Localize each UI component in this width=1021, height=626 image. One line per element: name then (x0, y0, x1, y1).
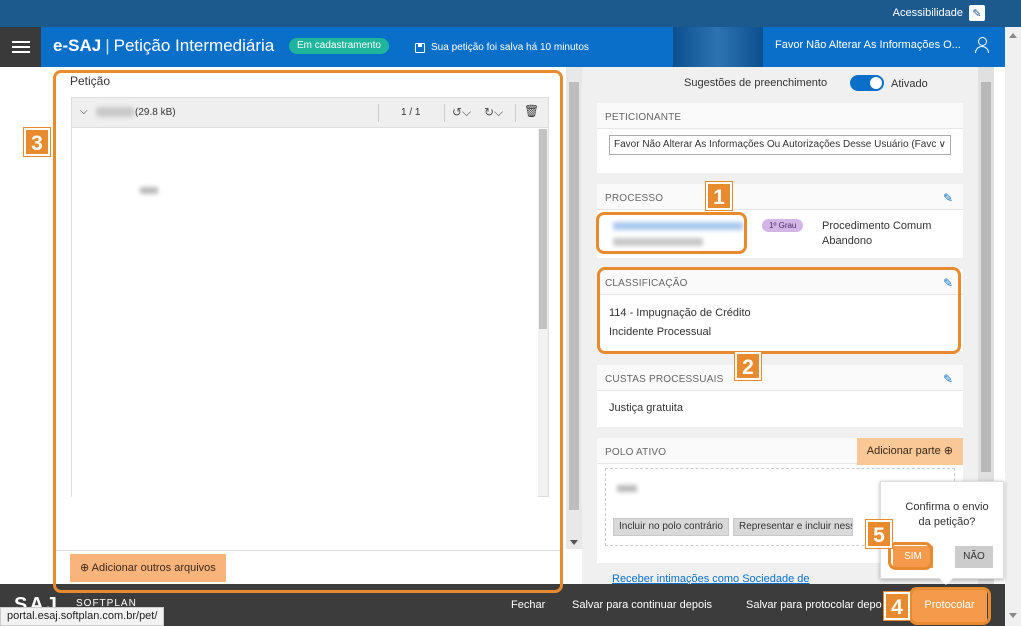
party-name (617, 485, 637, 492)
suggestions-toggle[interactable] (850, 75, 884, 91)
court-logo (673, 27, 763, 67)
custas-value: Justiça gratuita (609, 402, 683, 414)
peticionante-heading: PETICIONANTE (597, 103, 963, 129)
peticionante-select[interactable]: Favor Não Alterar As Informações Ou Auto… (609, 135, 951, 155)
process-class: Procedimento Comum Abandono (822, 220, 932, 247)
processo-heading: PROCESSO (597, 184, 963, 210)
custas-card: CUSTAS PROCESSUAIS ✎ Justiça gratuita (597, 365, 963, 427)
edit-custas-icon[interactable]: ✎ (943, 372, 953, 386)
accessibility-label: Acessibilidade (892, 7, 963, 19)
status-badge: Em cadastramento (289, 38, 389, 54)
accessibility-icon: ✎ (969, 5, 985, 21)
brand-title: Petição Intermediária (113, 36, 275, 55)
callout-2: 2 (735, 352, 761, 380)
highlight-classification (597, 267, 961, 354)
left-scroll-thumb[interactable] (569, 82, 579, 510)
callout-3: 3 (24, 128, 50, 156)
suggestions-label: Sugestões de preenchimento (684, 77, 828, 89)
accessibility-link[interactable]: Acessibilidade ✎ (893, 5, 985, 21)
scroll-down-icon[interactable] (1009, 613, 1017, 618)
edit-processo-icon[interactable]: ✎ (943, 191, 953, 205)
highlight-yes (888, 542, 933, 570)
callout-5: 5 (866, 520, 892, 548)
user-name[interactable]: Favor Não Alterar As Informações O... (775, 39, 961, 51)
user-icon[interactable] (975, 37, 989, 53)
highlight-petition (53, 70, 563, 593)
confirm-no-button[interactable]: NÃO (955, 546, 993, 568)
instance-badge: 1º Grau (762, 219, 804, 232)
save-status-text: Sua petição foi salva há 10 minutos (431, 42, 589, 53)
peticionante-value: Favor Não Alterar As Informações Ou Auto… (614, 139, 937, 150)
left-panel-scrollbar[interactable] (566, 67, 582, 549)
scroll-down-icon[interactable] (570, 540, 578, 545)
highlight-protocol (909, 587, 991, 625)
save-continue-button[interactable]: Salvar para continuar depois (572, 599, 712, 611)
chevron-down-icon: ∨ (935, 136, 946, 154)
brand-name: e-SAJ (53, 36, 102, 55)
menu-button[interactable] (0, 27, 41, 67)
callout-1: 1 (706, 182, 732, 210)
right-scroll-thumb[interactable] (981, 82, 991, 472)
save-protocol-later-button[interactable]: Salvar para protocolar depo (746, 599, 882, 611)
hamburger-icon (11, 41, 30, 43)
peticionante-card: PETICIONANTE Favor Não Alterar As Inform… (597, 103, 963, 173)
save-disk-icon (415, 42, 425, 53)
save-status: Sua petição foi salva há 10 minutos (415, 42, 589, 53)
close-button[interactable]: Fechar (511, 599, 545, 611)
add-part-button[interactable]: Adicionar parte ⊕ (856, 438, 963, 465)
app-header: e-SAJ | Petição Intermediária Em cadastram… (0, 27, 1005, 67)
callout-4: 4 (884, 592, 910, 620)
page-scrollbar[interactable] (1005, 27, 1021, 626)
page-title: e-SAJ | Petição Intermediária (53, 36, 275, 55)
highlight-process (596, 212, 747, 254)
status-url: portal.esaj.softplan.com.br/pet/ (0, 607, 165, 626)
toggle-state-label: Ativado (891, 78, 928, 90)
represent-include-button[interactable]: Representar e incluir nessa pe (733, 518, 853, 536)
top-bar: Acessibilidade ✎ (0, 0, 1021, 27)
confirm-message: Confirma o envio da petição? (905, 501, 989, 528)
scroll-up-icon[interactable] (1009, 33, 1017, 38)
include-opposite-button[interactable]: Incluir no polo contrário (613, 518, 729, 536)
custas-heading: CUSTAS PROCESSUAIS (597, 365, 963, 391)
